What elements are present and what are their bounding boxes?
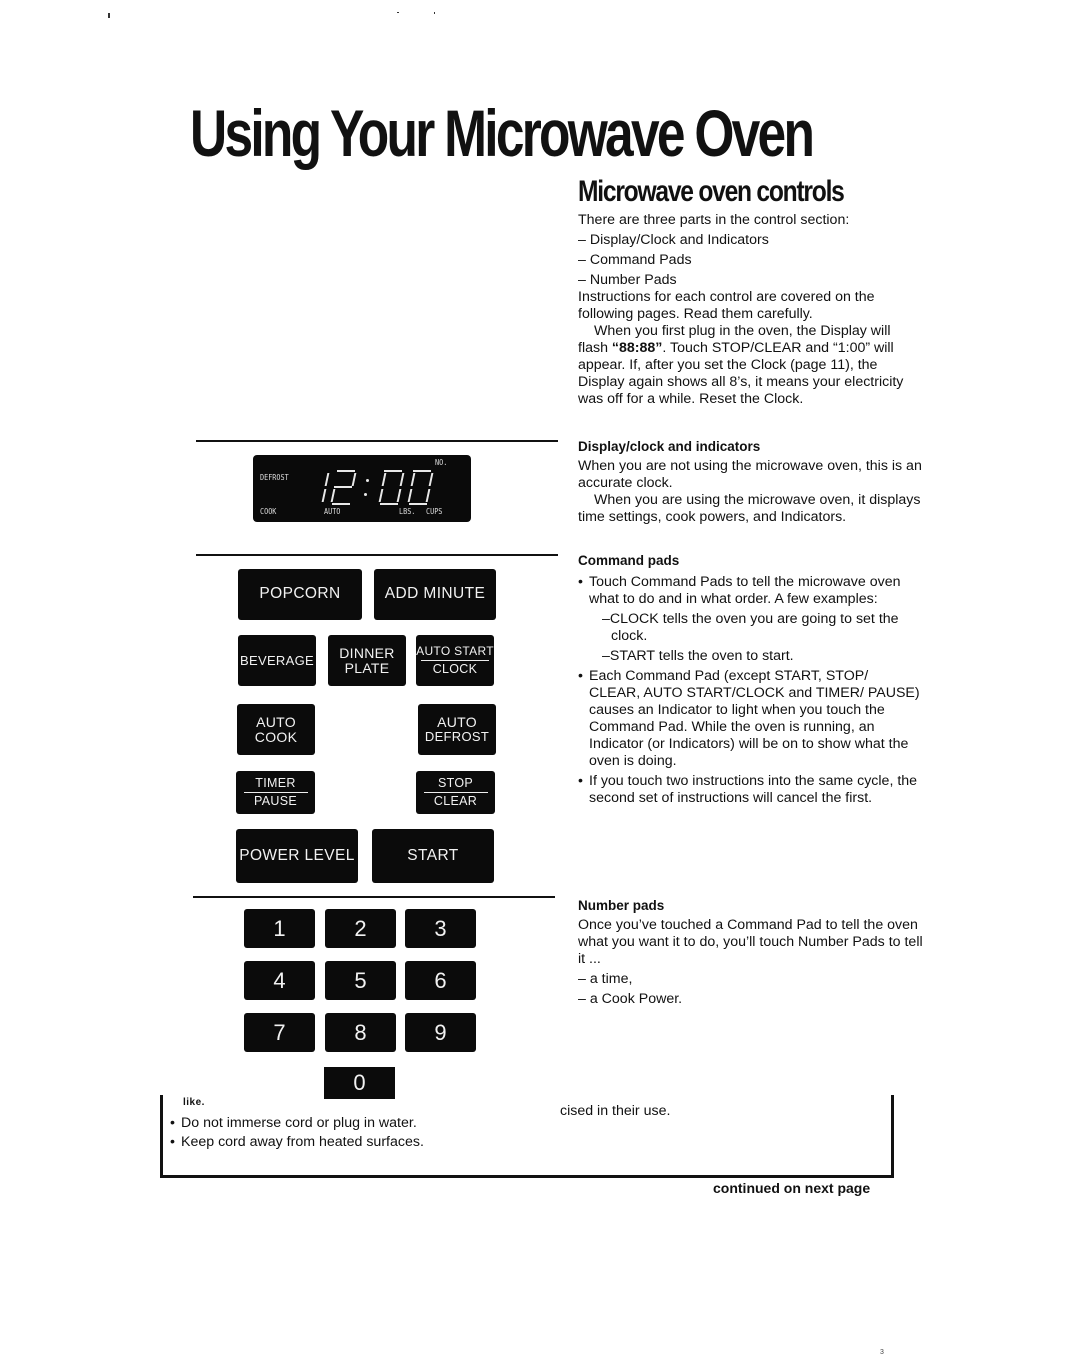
number-pad-2[interactable]: 2 [325,909,396,948]
bullet-text: Touch Command Pads to tell the microwave… [589,574,901,607]
command-example: –CLOCK tells the oven you are going to s… [602,611,899,644]
pad-label: PLATE [344,659,390,676]
pad-label: ADD MINUTE [384,585,486,603]
display-heading: Display/clock and indicators [578,439,761,454]
divider-rule [193,896,555,898]
pad-label: 6 [434,967,447,993]
page-title: Using Your Microwave Oven [190,96,815,170]
number-pad-3[interactable]: 3 [405,909,476,948]
timer-pause-pad[interactable]: TIMER PAUSE [236,771,315,814]
pad-label: 0 [353,1070,366,1096]
number-item: – a time, [578,971,633,987]
pad-label: 4 [273,967,286,993]
pad-label: 2 [354,915,367,941]
dinner-plate-pad[interactable]: DINNER PLATE [328,635,406,686]
indicator-auto: AUTO [324,507,341,516]
pad-label: TIMER [255,775,296,790]
pad-label: AUTO [256,713,296,730]
warning-bullet: Do not immerse cord or plug in water. [170,1115,530,1132]
indicator-cook: COOK [260,507,277,516]
intro-part: – Command Pads [578,252,692,268]
stop-clear-pad[interactable]: STOP CLEAR [416,771,495,814]
number-section: Number pads Once you’ve touched a Comman… [578,897,923,1008]
warning-list: Do not immerse cord or plug in water. Ke… [170,1115,530,1153]
popcorn-pad[interactable]: POPCORN [238,569,362,620]
start-pad[interactable]: START [372,829,494,883]
display-clock-panel: DEFROST COOK AUTO LBS. CUPS NO. [253,455,471,522]
auto-cook-pad[interactable]: AUTO COOK [237,704,315,755]
flash-value: “88:88” [611,340,663,356]
add-minute-pad[interactable]: ADD MINUTE [374,569,496,620]
divider-rule [196,440,558,442]
pad-label: 5 [354,967,367,993]
pad-label: POWER LEVEL [239,846,355,864]
intro-part: – Display/Clock and Indicators [578,232,769,248]
pad-label: 9 [434,1019,447,1045]
number-pad-6[interactable]: 6 [405,961,476,1000]
command-bullet: Touch Command Pads to tell the microwave… [578,574,923,665]
intro-plug-in: When you first plug in the oven, the Dis… [578,323,923,408]
warning-fragment: like. [183,1097,205,1108]
pad-label: BEVERAGE [240,652,314,668]
pad-label: POPCORN [259,585,341,603]
pad-label: 1 [273,915,286,941]
number-pad-7[interactable]: 7 [244,1013,315,1052]
page-number: 3 [880,1349,884,1356]
command-bullet: If you touch two instructions into the s… [578,773,923,807]
auto-defrost-pad[interactable]: AUTO DEFROST [418,704,496,755]
number-item: – a Cook Power. [578,991,683,1007]
display-para: When you are using the microwave oven, i… [578,492,921,525]
pad-label: CLOCK [421,659,489,676]
divider-rule [196,554,558,556]
command-heading: Command pads [578,553,680,568]
display-para: When you are not using the microwave ove… [578,458,922,491]
number-pad-4[interactable]: 4 [244,961,315,1000]
indicator-no: NO. [435,458,448,467]
pad-label: COOK [254,728,298,745]
number-heading: Number pads [578,898,665,913]
pad-label: CLEAR [423,792,488,808]
pad-label: 7 [273,1019,286,1045]
number-para: Once you’ve touched a Command Pad to tel… [578,917,923,967]
continued-note: continued on next page [713,1180,871,1196]
intro-block: There are three parts in the control sec… [578,212,923,408]
power-level-pad[interactable]: POWER LEVEL [236,829,358,883]
intro-part: – Number Pads [578,272,677,288]
number-pad-9[interactable]: 9 [405,1013,476,1052]
number-pad-5[interactable]: 5 [325,961,396,1000]
beverage-pad[interactable]: BEVERAGE [238,635,316,686]
pad-label: 3 [434,915,447,941]
number-pad-1[interactable]: 1 [244,909,315,948]
auto-start-clock-pad[interactable]: AUTO START CLOCK [416,635,494,686]
indicator-lbs: LBS. [399,507,416,516]
pad-label: STOP [437,775,473,790]
pad-label: AUTO [437,714,477,731]
scan-speck [397,12,399,13]
scan-speck [108,13,110,18]
pad-label: DEFROST [424,729,490,745]
pad-label: 8 [354,1019,367,1045]
intro-instructions: Instructions for each control are covere… [578,289,875,322]
indicator-defrost: DEFROST [260,473,289,482]
scan-speck [434,12,435,14]
number-pad-8[interactable]: 8 [325,1013,396,1052]
indicator-cups: CUPS [426,507,443,516]
warning-fragment: cised in their use. [560,1103,671,1119]
section-title: Microwave oven controls [578,175,845,208]
pad-label: DINNER [339,644,395,661]
pad-label: AUTO START [416,644,494,659]
command-example: –START tells the oven to start. [602,648,794,664]
warning-bullet: Keep cord away from heated surfaces. [170,1134,530,1151]
command-bullet: Each Command Pad (except START, STOP/ CL… [578,668,923,770]
pad-label: PAUSE [243,792,308,808]
display-section: Display/clock and indicators When you ar… [578,438,923,526]
pad-label: START [407,846,459,864]
command-section: Command pads Touch Command Pads to tell … [578,552,923,809]
intro-lead: There are three parts in the control sec… [578,212,850,228]
